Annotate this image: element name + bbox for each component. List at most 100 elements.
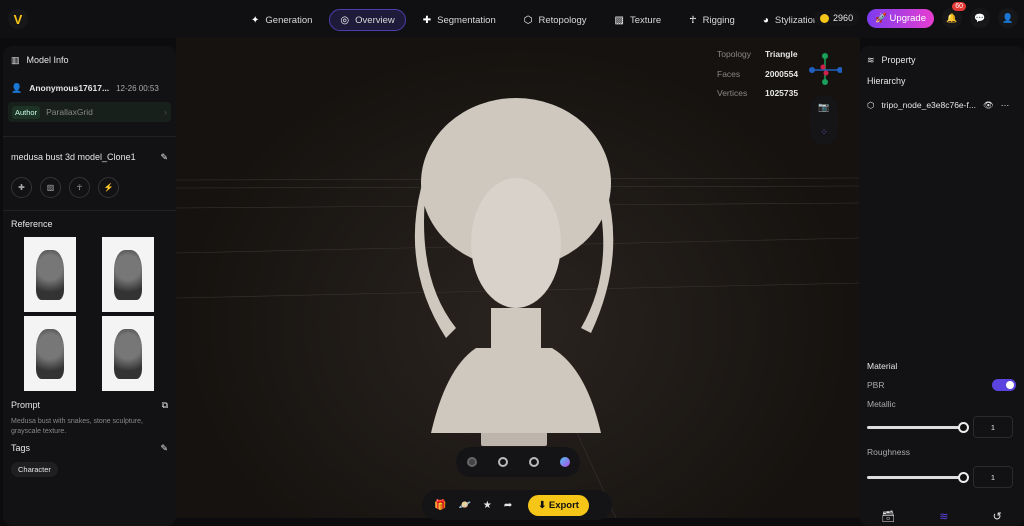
reference-images [3, 237, 176, 391]
tag-chip[interactable]: Character [11, 462, 58, 477]
copy-icon[interactable]: ⧉ [162, 400, 168, 411]
tab-label: Retopology [538, 15, 586, 26]
reference-image[interactable] [102, 316, 154, 391]
tab-retopology[interactable]: ⬡ Retopology [513, 9, 598, 31]
tab-label: Texture [630, 15, 661, 26]
tab-segmentation[interactable]: ✚Segmentation [412, 9, 507, 31]
tags-header: Tags✎ [3, 437, 176, 459]
shading-modes [456, 447, 580, 477]
author-name: ParallaxGrid [46, 107, 93, 117]
tab-label: Stylization [775, 15, 818, 26]
tab-texture[interactable]: ▨Texture [604, 9, 673, 31]
star-icon[interactable]: ★ [483, 500, 492, 511]
faces-value: 2000554 [765, 69, 798, 79]
tab-label: Generation [265, 15, 312, 26]
vertices-label: Vertices [717, 84, 765, 104]
panel-footer-tabs: 🗃 ≋ ↺ [859, 510, 1024, 523]
creator-row: 👤Anonymous17617...12-26 00:53 [3, 74, 176, 102]
roughness-slider[interactable] [867, 476, 963, 479]
bottom-toolbar: 🎁 🪐 ★ ➦ ⬇ Export [422, 490, 612, 520]
tab-overview[interactable]: ◎Overview [329, 9, 405, 31]
coin-icon [820, 14, 829, 23]
panel-title: Model Info [27, 55, 69, 65]
viewport-tools: 📷 ⁘ [810, 95, 838, 145]
figure-icon: ☥ [689, 15, 696, 26]
rigging-icon[interactable]: ☥ [69, 177, 90, 198]
shading-color-icon[interactable] [560, 457, 570, 467]
main-nav: ✦Generation ◎Overview ✚Segmentation ⬡ Ret… [240, 9, 829, 31]
property-panel: ≋Property Hierarchy ⬡tripo_node_e3e8c76e… [859, 46, 1024, 526]
roughness-row: 1 [859, 462, 1024, 492]
export-button[interactable]: ⬇ Export [528, 495, 589, 516]
user-icon[interactable]: 👤 [998, 8, 1018, 28]
upgrade-button[interactable]: 🚀 Upgrade [867, 9, 934, 28]
more-icon[interactable]: ⋯ [1001, 100, 1010, 111]
node-name: tripo_node_e3e8c76e-f... [881, 100, 976, 110]
tab-generation[interactable]: ✦Generation [240, 9, 323, 31]
slider-handle[interactable] [958, 472, 969, 483]
hierarchy-label: Hierarchy [859, 74, 1024, 88]
prompt-label: Prompt [11, 400, 40, 410]
eye-icon[interactable]: 👁 [983, 100, 994, 111]
share-icon[interactable]: ➦ [504, 500, 512, 511]
history-icon[interactable]: ↺ [993, 510, 1002, 523]
grid-dots-icon[interactable]: ⁘ [820, 127, 828, 138]
cube-icon: ⬡ [524, 15, 533, 26]
shading-matcap-icon[interactable] [498, 457, 508, 467]
pbr-row: PBR [859, 374, 1024, 396]
chat-icon[interactable]: 💬 [970, 8, 990, 28]
logo-icon[interactable]: V [8, 9, 28, 29]
topology-value: Triangle [765, 49, 798, 59]
shading-wireframe-icon[interactable] [529, 457, 539, 467]
reference-image[interactable] [102, 237, 154, 312]
panel-title: Property [882, 55, 916, 65]
axis-gizmo[interactable] [808, 52, 842, 86]
panel-header: ▥ Model Info [3, 46, 176, 74]
slider-handle[interactable] [958, 422, 969, 433]
book-icon: ▥ [11, 55, 20, 66]
archive-icon[interactable]: 🗃 [881, 510, 895, 523]
grid-and-model [176, 38, 860, 518]
panel-header: ≋ Property [859, 46, 1024, 74]
prompt-header: Prompt ⧉ [3, 393, 176, 417]
topology-label: Topology [717, 45, 765, 65]
model-actions: ✚ ▨ ☥ ⚡ [3, 177, 176, 198]
credits[interactable]: 2960 [814, 10, 859, 26]
reference-header: Reference [3, 211, 176, 237]
pbr-toggle[interactable] [992, 379, 1016, 391]
gift-icon[interactable]: 🎁 [434, 500, 446, 511]
user-name[interactable]: Anonymous17617... [29, 83, 109, 93]
layers-icon[interactable]: ≋ [939, 510, 948, 523]
reference-image[interactable] [24, 316, 76, 391]
hierarchy-node[interactable]: ⬡tripo_node_e3e8c76e-f...👁⋯ [859, 92, 1024, 118]
chevron-right-icon: › [164, 107, 167, 117]
focus-icon: ◎ [340, 15, 349, 26]
edit-icon[interactable]: ✎ [160, 152, 168, 163]
shading-solid-icon[interactable] [467, 457, 477, 467]
vertices-value: 1025735 [765, 88, 798, 98]
reference-image[interactable] [24, 237, 76, 312]
3d-viewport[interactable] [176, 38, 860, 518]
metallic-slider[interactable] [867, 426, 963, 429]
palette-icon: ◕ [763, 15, 769, 26]
metallic-input[interactable]: 1 [973, 416, 1013, 438]
layers-icon: ≋ [867, 55, 875, 66]
roughness-input[interactable]: 1 [973, 466, 1013, 488]
tab-label: Segmentation [437, 15, 496, 26]
camera-icon[interactable]: 📷 [818, 102, 829, 113]
bell-icon[interactable]: 🔔60 [942, 8, 962, 28]
tab-label: Rigging [703, 15, 735, 26]
author-row[interactable]: AuthorParallaxGrid› [8, 102, 171, 122]
stylize-icon[interactable]: ⚡ [98, 177, 119, 198]
texture-icon[interactable]: ▨ [40, 177, 61, 198]
upgrade-label: Upgrade [890, 13, 926, 24]
user-icon: 👤 [11, 83, 22, 94]
top-bar: V ✦Generation ◎Overview ✚Segmentation ⬡ R… [0, 0, 1024, 38]
planet-icon[interactable]: 🪐 [458, 500, 470, 511]
segmentation-icon[interactable]: ✚ [11, 177, 32, 198]
edit-icon[interactable]: ✎ [160, 443, 168, 454]
roughness-label: Roughness [859, 442, 1024, 462]
prompt-text: Medusa bust with snakes, stone sculpture… [3, 417, 176, 437]
credits-value: 2960 [833, 13, 853, 23]
tab-rigging[interactable]: ☥ Rigging [678, 9, 746, 31]
